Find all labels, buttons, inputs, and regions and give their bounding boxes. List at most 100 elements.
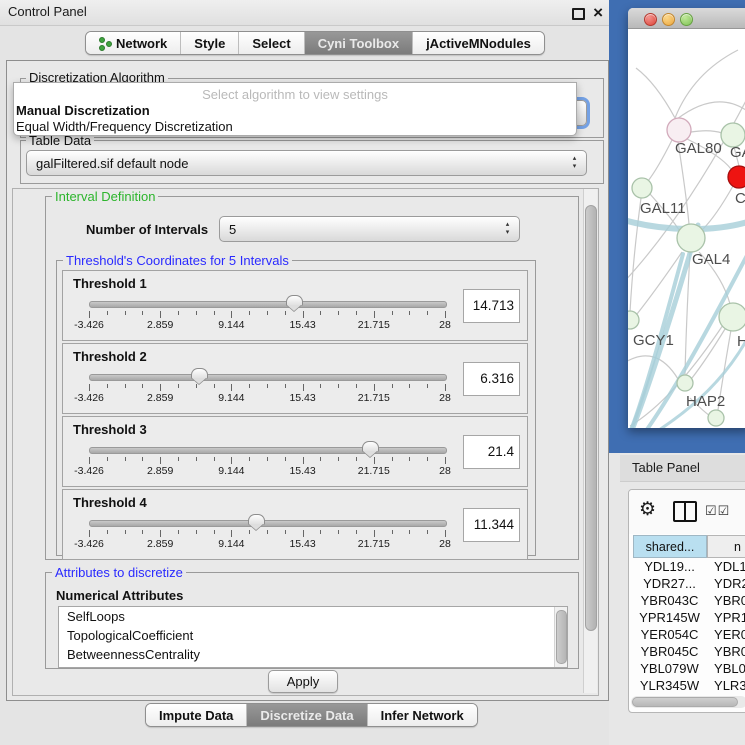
- horizontal-scrollbar-thumb[interactable]: [632, 697, 738, 707]
- threshold-slider-track[interactable]: [89, 447, 447, 454]
- table-row[interactable]: YER054CYER0: [633, 626, 745, 643]
- cell-name: YBR0: [706, 592, 745, 609]
- tab-cyni-toolbox[interactable]: Cyni Toolbox: [304, 32, 412, 54]
- threshold-slider-track[interactable]: [89, 520, 447, 527]
- number-of-intervals-combobox[interactable]: 5 ▴▾: [219, 216, 520, 242]
- tick-label: 15.43: [289, 538, 315, 550]
- tick-mark: [249, 384, 250, 388]
- bottom-tab-infer-network[interactable]: Infer Network: [367, 704, 477, 726]
- tick-mark: [374, 457, 375, 464]
- network-edge: [675, 50, 738, 118]
- mac-minimize-icon[interactable]: [662, 13, 675, 26]
- table-data-combobox-value: galFiltered.sif default node: [36, 156, 188, 171]
- table-row[interactable]: YBR043CYBR0: [633, 592, 745, 609]
- threshold-label: Threshold 3: [73, 422, 147, 437]
- threshold-slider-thumb[interactable]: [362, 441, 379, 452]
- table-row[interactable]: YBR045CYBR0: [633, 643, 745, 660]
- threshold-slider-track[interactable]: [89, 374, 447, 381]
- column-header-name[interactable]: n: [707, 535, 745, 558]
- tab-jactivemnodules[interactable]: jActiveMNodules: [412, 32, 544, 54]
- threshold-value-field[interactable]: 21.4: [463, 435, 520, 469]
- float-window-icon[interactable]: [572, 8, 585, 20]
- tick-mark: [374, 311, 375, 318]
- algorithm-option[interactable]: Manual Discretization: [16, 103, 150, 118]
- table-row[interactable]: YDR27...YDR2: [633, 575, 745, 592]
- tick-mark: [89, 384, 90, 391]
- horizontal-scrollbar[interactable]: [631, 696, 745, 708]
- tick-mark: [214, 384, 215, 388]
- network-node-hap2[interactable]: [677, 375, 693, 391]
- tick-mark: [303, 384, 304, 391]
- tick-mark: [409, 311, 410, 315]
- tick-mark: [142, 311, 143, 315]
- network-graph: GAL80GACGAL11GAL4GCY1HHAP2: [628, 28, 745, 428]
- network-node-label: HAP2: [686, 393, 725, 410]
- network-icon: [99, 37, 111, 50]
- tick-mark: [409, 384, 410, 388]
- tab-network[interactable]: Network: [86, 32, 180, 54]
- tick-mark: [374, 384, 375, 391]
- tab-label: Network: [116, 36, 167, 51]
- bottom-tab-impute-data[interactable]: Impute Data: [146, 704, 246, 726]
- column-header-shared[interactable]: shared...: [633, 535, 707, 558]
- network-node-h[interactable]: [719, 303, 745, 331]
- close-icon[interactable]: ×: [593, 1, 603, 24]
- table-row[interactable]: YDL19...YDL1: [633, 558, 745, 575]
- apply-button[interactable]: Apply: [268, 670, 338, 693]
- tick-mark: [125, 311, 126, 315]
- threshold-value-field[interactable]: 11.344: [463, 508, 520, 542]
- mac-zoom-icon[interactable]: [680, 13, 693, 26]
- list-scrollbar-thumb[interactable]: [556, 610, 567, 664]
- vertical-scrollbar[interactable]: [583, 189, 597, 693]
- network-node-gal4[interactable]: [677, 224, 705, 252]
- table-rows: YDL19...YDL1YDR27...YDR2YBR043CYBR0YPR14…: [633, 558, 745, 711]
- threshold-slider-thumb[interactable]: [286, 295, 303, 306]
- network-window-titlebar[interactable]: [628, 8, 745, 29]
- table-row[interactable]: YPR145WYPR1: [633, 609, 745, 626]
- tick-mark: [196, 530, 197, 534]
- tick-mark: [427, 457, 428, 461]
- tick-label: 2.859: [147, 538, 173, 550]
- attribute-list-item[interactable]: SelfLoops: [59, 607, 567, 626]
- attribute-list-item[interactable]: TopologicalCoefficient: [59, 626, 567, 645]
- network-node-gal11[interactable]: [632, 178, 652, 198]
- tick-mark: [303, 457, 304, 464]
- tab-select[interactable]: Select: [238, 32, 303, 54]
- tick-mark: [267, 311, 268, 315]
- list-scrollbar[interactable]: [554, 607, 567, 667]
- algorithm-option[interactable]: Equal Width/Frequency Discretization: [16, 119, 233, 134]
- tick-mark: [178, 384, 179, 388]
- tick-label: 2.859: [147, 319, 173, 331]
- tick-mark: [125, 457, 126, 461]
- threshold-value-field[interactable]: 14.713: [463, 289, 520, 323]
- table-row[interactable]: YBL079WYBL0: [633, 660, 745, 677]
- gear-icon[interactable]: ⚙: [639, 498, 656, 521]
- tick-label: 2.859: [147, 465, 173, 477]
- threshold-slider-track[interactable]: [89, 301, 447, 308]
- threshold-value-field[interactable]: 6.316: [463, 362, 520, 396]
- network-canvas[interactable]: GAL80GACGAL11GAL4GCY1HHAP2: [628, 28, 745, 428]
- threshold-slider-thumb[interactable]: [191, 368, 208, 379]
- columns-icon[interactable]: [673, 501, 697, 522]
- mac-close-icon[interactable]: [644, 13, 657, 26]
- tick-label: 2.859: [147, 392, 173, 404]
- network-node-c[interactable]: [728, 166, 745, 188]
- numerical-attributes-label: Numerical Attributes: [56, 588, 183, 603]
- tick-mark: [409, 457, 410, 461]
- threshold-slider-thumb[interactable]: [248, 514, 265, 525]
- bottom-tab-discretize-data[interactable]: Discretize Data: [246, 704, 366, 726]
- attribute-list-item[interactable]: BetweennessCentrality: [59, 645, 567, 664]
- tick-mark: [338, 457, 339, 461]
- tick-mark: [231, 384, 232, 391]
- table-data-combobox[interactable]: galFiltered.sif default node ▴▾: [26, 150, 587, 176]
- table-toolbar: ⚙ ☑☑: [629, 490, 745, 534]
- tab-style[interactable]: Style: [180, 32, 238, 54]
- vertical-scrollbar-thumb[interactable]: [585, 205, 597, 631]
- network-node[interactable]: [708, 410, 724, 426]
- tick-mark: [320, 457, 321, 461]
- tick-mark: [303, 311, 304, 318]
- checkboxes-icon[interactable]: ☑☑: [705, 503, 730, 519]
- network-node-gal80[interactable]: [667, 118, 691, 142]
- table-row[interactable]: YLR345WYLR3: [633, 677, 745, 694]
- tick-mark: [160, 311, 161, 318]
